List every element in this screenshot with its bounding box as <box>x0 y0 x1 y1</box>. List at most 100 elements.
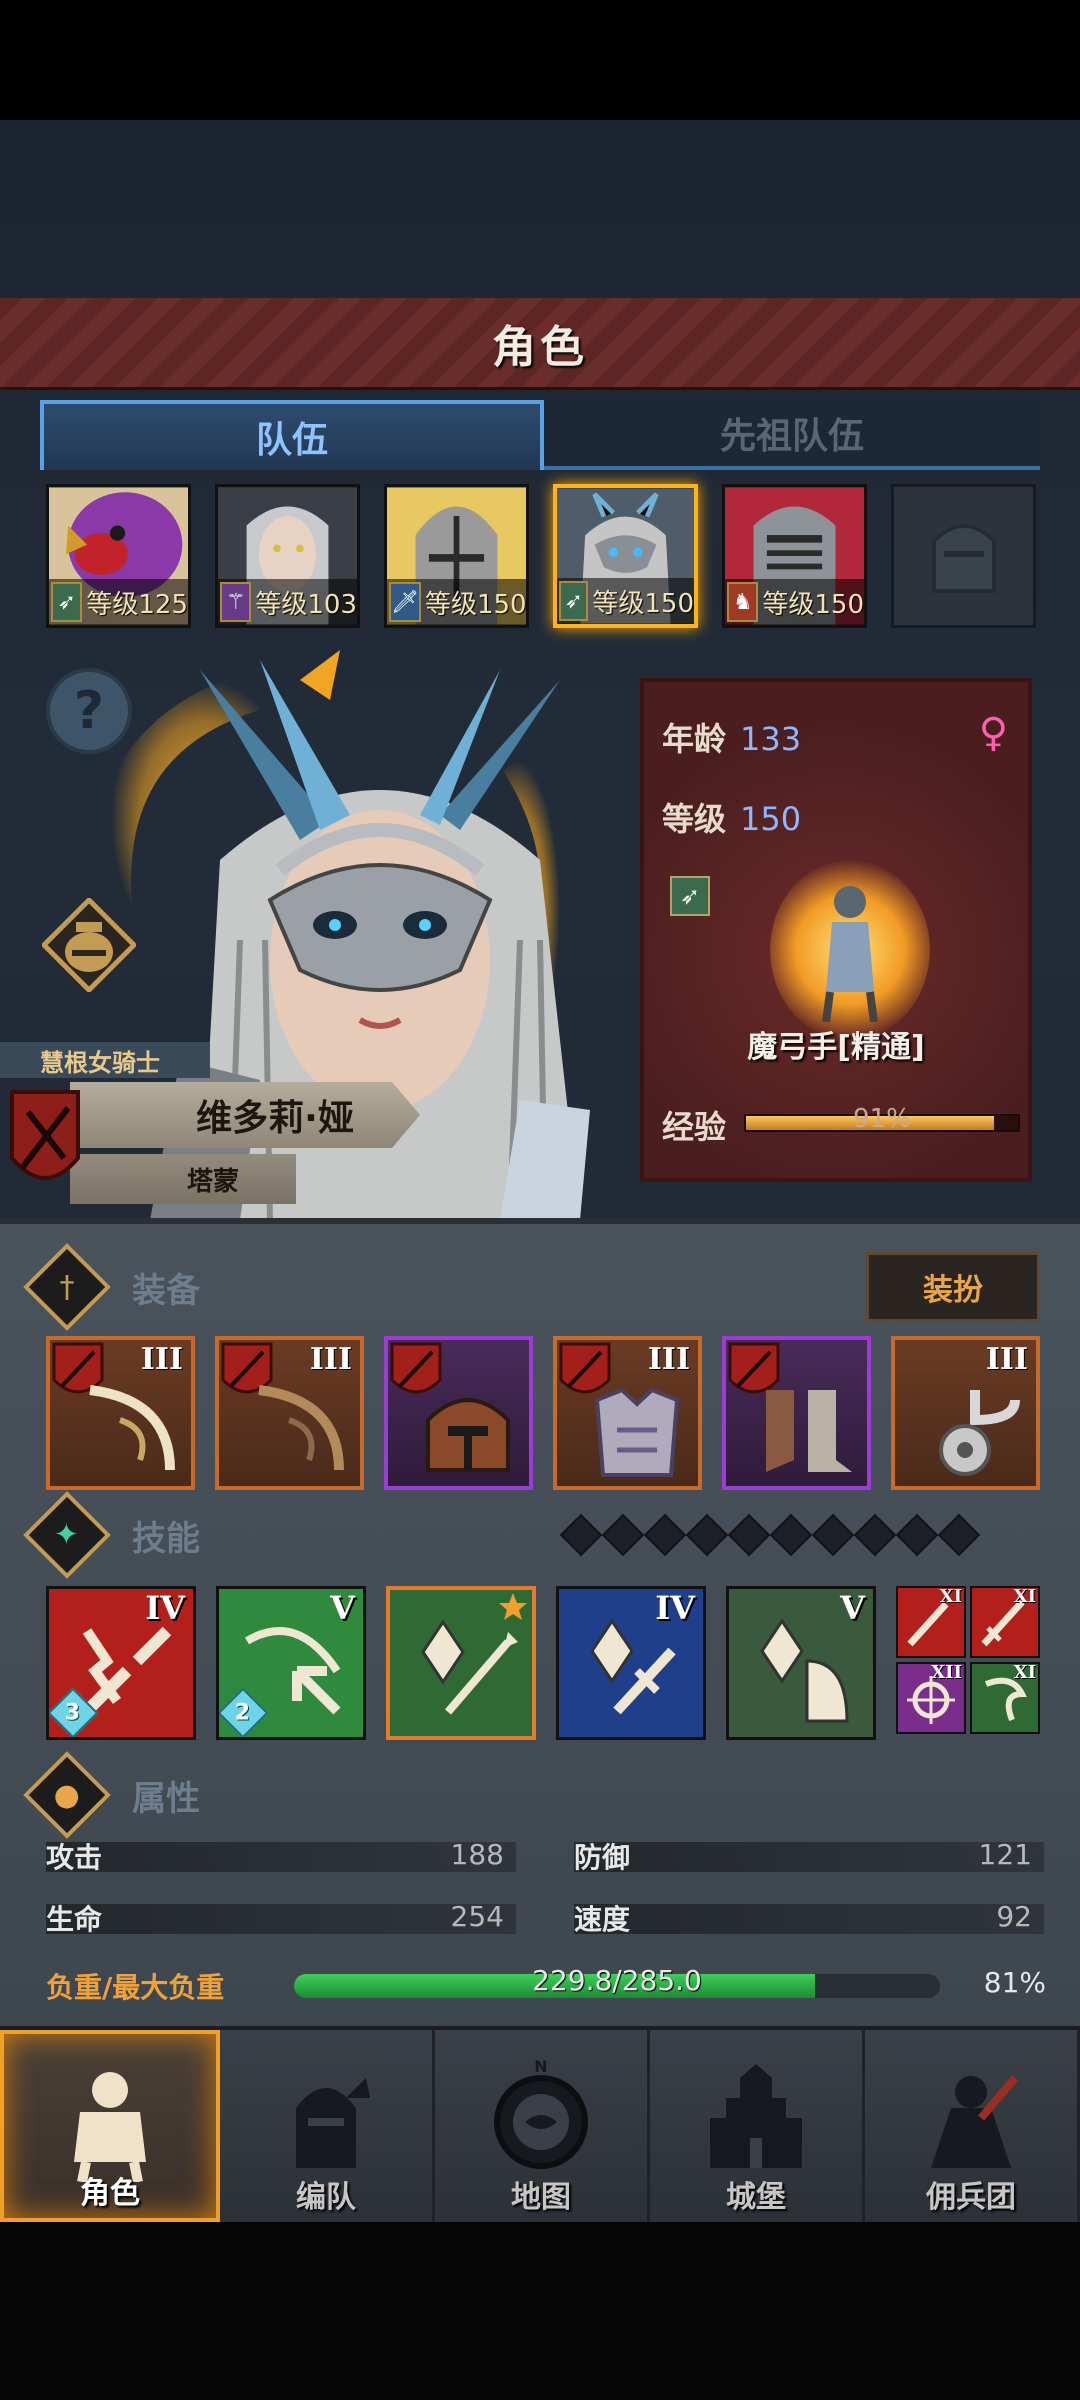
castle-icon <box>710 2064 802 2168</box>
bow-icon: ➶ <box>559 581 589 621</box>
hp-label: 生命 <box>46 1903 103 1936</box>
tier-label: III <box>647 1342 690 1377</box>
party-member-5[interactable]: ♞ 等级150 <box>722 484 868 628</box>
page-title: 角色 <box>492 321 588 373</box>
nav-map[interactable]: N 地图 <box>435 2030 650 2222</box>
party-level: 等级150 <box>762 589 865 620</box>
dress-up-button[interactable]: 装扮 <box>866 1252 1040 1322</box>
question-icon: ? <box>73 681 105 741</box>
passive-skill-3[interactable]: XII <box>896 1662 966 1734</box>
dagger-section-icon: † <box>23 1243 111 1331</box>
skill-point-pip <box>643 1513 687 1557</box>
skill-slot-5[interactable]: V <box>726 1586 876 1740</box>
potion-button[interactable] <box>42 898 136 992</box>
star-icon <box>499 1593 527 1620</box>
tab-ancestor-team[interactable]: 先祖队伍 <box>544 400 1040 470</box>
age-label: 年龄 <box>662 720 727 758</box>
skill-point-pip <box>811 1513 855 1557</box>
skill-slot-4[interactable]: IV <box>556 1586 706 1740</box>
equipment-slot-helmet[interactable] <box>384 1336 533 1490</box>
equipment-slot-horn[interactable]: III <box>891 1336 1040 1490</box>
crystal-shield-skill-icon <box>760 1618 849 1723</box>
equipment-label: 装备 <box>132 1270 200 1311</box>
star-section-icon: ✦ <box>23 1491 111 1579</box>
skill-slot-1[interactable]: IV 3 <box>46 1586 196 1740</box>
passive-skill-2[interactable]: XI <box>970 1586 1040 1658</box>
tier-label: III <box>985 1342 1028 1377</box>
class-figure-icon <box>822 886 878 1022</box>
passive-skills: XI XI XII XI <box>896 1586 1040 1740</box>
carry-weight-percent: 81% <box>983 1966 1046 1999</box>
tab-team[interactable]: 队伍 <box>40 400 544 470</box>
skill-point-pip <box>727 1513 771 1557</box>
hero-name-plate: 维多莉·娅 <box>70 1082 420 1148</box>
stats-row-2: 生命 254 速度 92 <box>46 1896 1044 1940</box>
horse-icon: ♞ <box>727 582 759 622</box>
equipment-slot-bow-2[interactable]: III <box>215 1336 364 1490</box>
party-member-3[interactable]: 🗡 等级150 <box>384 484 529 628</box>
level-label: 等级 <box>662 800 727 838</box>
attack-value: 188 <box>450 1838 504 1871</box>
help-button[interactable]: ? <box>46 668 132 754</box>
bow-class-icon[interactable]: ➶ <box>670 876 710 916</box>
tier-label: III <box>309 1342 352 1377</box>
attributes-header: ● 属性 <box>23 1751 1046 1839</box>
hp-value: 254 <box>450 1900 504 1933</box>
passive-skill-1[interactable]: XI <box>896 1586 966 1658</box>
skill-point-pip <box>769 1513 813 1557</box>
nav-label: 编队 <box>296 2180 356 2215</box>
carry-weight-row: 负重/最大负重 229.8/285.0 81% <box>46 1962 1046 2008</box>
svg-text:N: N <box>534 2058 547 2076</box>
hero-origin-plate: 塔蒙 <box>70 1154 296 1204</box>
skill-point-pip <box>685 1513 729 1557</box>
party-member-1[interactable]: ➶ 等级125 <box>46 484 191 628</box>
carry-weight-value: 229.8/285.0 <box>532 1964 702 1997</box>
party-level: 等级150 <box>424 589 527 620</box>
speed-stat: 速度 92 <box>574 1896 1044 1940</box>
exp-percent: 91% <box>853 1104 911 1134</box>
stats-row-1: 攻击 188 防御 121 <box>46 1834 1044 1878</box>
skill-point-pip <box>895 1513 939 1557</box>
nav-castle[interactable]: 城堡 <box>650 2030 865 2222</box>
class-name: 魔弓手[精通] <box>747 1030 925 1065</box>
carry-weight-label: 负重/最大负重 <box>46 1971 225 2004</box>
party-level: 等级103 <box>255 589 357 620</box>
title-banner: 角色 <box>0 298 1080 390</box>
staff-icon: ⚚ <box>220 582 252 622</box>
equipment-slot-armor[interactable]: III <box>553 1336 702 1490</box>
nav-formation[interactable]: 编队 <box>220 2030 435 2222</box>
skill-point-pip <box>853 1513 897 1557</box>
skill-slots: IV 3 V 2 IV V XI XI XII XI <box>46 1586 1040 1740</box>
hero-title: 慧根女骑士 <box>0 1042 210 1078</box>
equipment-slot-bow-1[interactable]: III <box>46 1336 195 1490</box>
exp-label: 经验 <box>662 1108 727 1146</box>
status-bar-area <box>0 0 1080 120</box>
hp-stat: 生命 254 <box>46 1896 516 1940</box>
female-icon: ♀ <box>978 710 1008 756</box>
empty-slot-icon <box>931 524 996 593</box>
passive-skill-4[interactable]: XI <box>970 1662 1040 1734</box>
party-member-empty-slot[interactable] <box>891 484 1037 628</box>
attack-stat: 攻击 188 <box>46 1834 516 1878</box>
party-member-2[interactable]: ⚚ 等级103 <box>215 484 360 628</box>
age-value: 133 <box>740 720 802 758</box>
tier-label: IV <box>145 1589 185 1627</box>
boots-icon <box>766 1390 852 1472</box>
bow-icon <box>89 1385 175 1471</box>
nav-label: 角色 <box>80 2176 140 2211</box>
party-member-4-selected[interactable]: ➶ 等级150 <box>553 484 699 628</box>
attack-label: 攻击 <box>46 1841 103 1874</box>
nav-character[interactable]: 角色 <box>0 2030 220 2222</box>
skill-slot-2[interactable]: V 2 <box>216 1586 366 1740</box>
crystal-arrow-skill-icon <box>421 1619 518 1715</box>
equipment-slot-boots[interactable] <box>722 1336 871 1490</box>
compass-map-icon: N <box>494 2058 588 2169</box>
crystal-sword-skill-icon <box>590 1618 676 1715</box>
bottom-nav: 角色 编队 N 地图 城堡 佣兵团 <box>0 2026 1080 2222</box>
mercenary-icon <box>931 2075 1019 2168</box>
tier-label: III <box>140 1342 183 1377</box>
nav-mercenary[interactable]: 佣兵团 <box>865 2030 1080 2222</box>
tier-label: IV <box>655 1589 695 1627</box>
skills-label: 技能 <box>132 1518 200 1559</box>
skill-slot-3[interactable] <box>386 1586 536 1740</box>
